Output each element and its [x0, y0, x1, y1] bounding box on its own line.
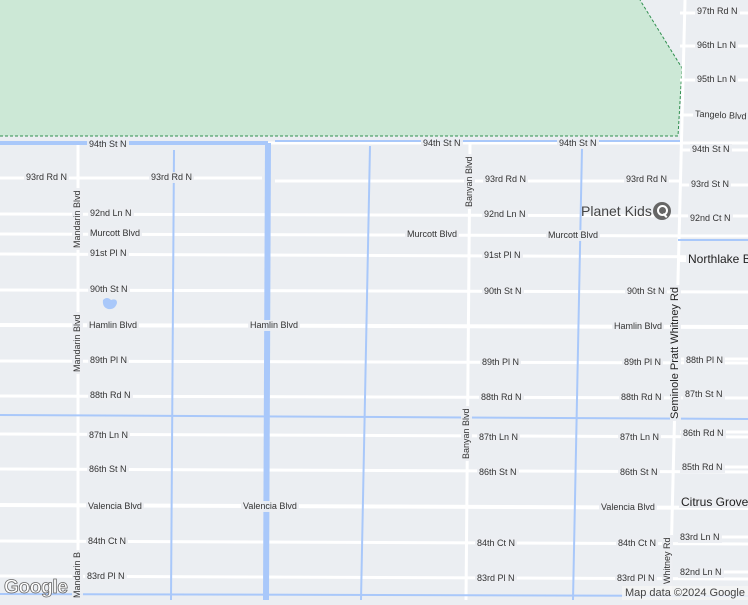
road-label-valencia-blvd: Valencia Blvd — [241, 501, 299, 512]
road-label-86th-rd-n: 86th Rd N — [681, 428, 726, 439]
map-attribution: Map data ©2024 Google — [621, 586, 748, 600]
road-label-85th-rd-n: 85th Rd N — [680, 462, 725, 473]
road-label-93rd-rd-n: 93rd Rd N — [483, 174, 529, 185]
road-label-83rd-pl-n: 83rd Pl N — [615, 573, 657, 584]
road-label-91st-pl-n: 91st Pl N — [482, 250, 523, 261]
road-label-95th-ln-n: 95th Ln N — [695, 74, 739, 85]
road-label-86th-st-n: 86th St N — [477, 467, 519, 478]
road-label-83rd-pl-n: 83rd Pl N — [475, 573, 517, 584]
road-label-92nd-ln-n: 92nd Ln N — [482, 209, 528, 220]
road-label-93rd-rd-n: 93rd Rd N — [24, 172, 70, 183]
road-label-88th-rd-n: 88th Rd N — [619, 392, 664, 403]
road-label-94th-st-n: 94th St N — [557, 138, 599, 149]
road-label-96th-ln-n: 96th Ln N — [695, 40, 739, 51]
road-label-92nd-ln-n: 92nd Ln N — [88, 208, 134, 219]
road-label-87th-ln-n: 87th Ln N — [477, 432, 521, 443]
road-label-87th-st-n: 87th St N — [683, 389, 725, 400]
road-label-88th-pl-n: 88th Pl N — [684, 355, 726, 366]
road-label-murcott-blvd: Murcott Blvd — [546, 230, 601, 241]
map-pin-icon[interactable] — [653, 202, 671, 220]
road-label-banyan-blvd: Banyan Blvd — [461, 406, 472, 461]
road-label-86th-st-n: 86th St N — [87, 464, 129, 475]
road-label-hamlin-blvd: Hamlin Blvd — [612, 321, 665, 332]
road-label-97th-rd-n: 97th Rd N — [695, 6, 740, 17]
road-label-murcott-blvd: Murcott Blvd — [405, 229, 460, 240]
road-label-87th-ln-n: 87th Ln N — [618, 432, 662, 443]
road-label-90th-st-n: 90th St N — [88, 284, 130, 295]
road-label-94th-st-n: 94th St N — [421, 138, 463, 149]
road-label-88th-rd-n: 88th Rd N — [479, 392, 524, 403]
road-label-valencia-blvd: Valencia Blvd — [599, 502, 657, 513]
road-label-hamlin-blvd: Hamlin Blvd — [87, 320, 140, 331]
road-label-84th-ct-n: 84th Ct N — [475, 538, 518, 549]
road-label-mandarin-blvd: Mandarin Blvd — [72, 312, 83, 374]
road-label-northlake-blvd: Northlake B — [686, 253, 748, 265]
google-logo[interactable]: Google — [4, 577, 69, 599]
road-label-84th-ct-n: 84th Ct N — [86, 536, 129, 547]
road-label-89th-pl-n: 89th Pl N — [480, 357, 522, 368]
road-label-91st-pl-n: 91st Pl N — [88, 248, 129, 259]
road-label-whitney-rd: Whitney Rd — [662, 535, 673, 586]
road-label-murcott-blvd: Murcott Blvd — [88, 228, 143, 239]
road-label-82nd-ln-n: 82nd Ln N — [678, 567, 724, 578]
road-label-90th-st-n: 90th St N — [625, 286, 667, 297]
road-label-88th-rd-n: 88th Rd N — [88, 390, 133, 401]
road-label-mandarin-blvd: Mandarin B — [72, 549, 83, 600]
road-label-seminole-pratt-whitney-rd: Seminole Pratt Whitney Rd — [669, 284, 681, 421]
road-label-93rd-rd-n: 93rd Rd N — [149, 172, 195, 183]
road-label-94th-st-n: 94th St N — [690, 144, 732, 155]
road-label-90th-st-n: 90th St N — [482, 286, 524, 297]
park-area — [0, 0, 682, 136]
map-canvas[interactable]: 97th Rd N 96th Ln N 95th Ln N Tangelo Bl… — [0, 0, 748, 601]
road-label-valencia-blvd: Valencia Blvd — [86, 501, 144, 512]
road-label-83rd-pl-n: 83rd Pl N — [85, 571, 127, 582]
road-label-86th-st-n: 86th St N — [618, 467, 660, 478]
poi-label-planet-kids[interactable]: Planet Kids — [581, 203, 652, 219]
road-label-87th-ln-n: 87th Ln N — [87, 430, 131, 441]
road-label-83rd-ln-n: 83rd Ln N — [678, 532, 722, 543]
road-label-hamlin-blvd: Hamlin Blvd — [248, 320, 301, 331]
road-label-94th-st-n: 94th St N — [87, 139, 129, 150]
magnifier-glyph-icon — [657, 205, 668, 216]
road-label-93rd-rd-n: 93rd Rd N — [624, 174, 670, 185]
road-label-citrus-grove: Citrus Grove — [679, 496, 748, 508]
road-label-92nd-ct-n: 92nd Ct N — [688, 213, 733, 224]
road-label-93rd-st-n: 93rd St N — [689, 179, 732, 190]
road-label-89th-pl-n: 89th Pl N — [622, 357, 664, 368]
road-label-banyan-blvd: Banyan Blvd — [464, 154, 475, 209]
road-label-mandarin-blvd: Mandarin Blvd — [72, 188, 83, 250]
road-label-84th-ct-n: 84th Ct N — [616, 538, 659, 549]
road-label-89th-pl-n: 89th Pl N — [88, 355, 130, 366]
